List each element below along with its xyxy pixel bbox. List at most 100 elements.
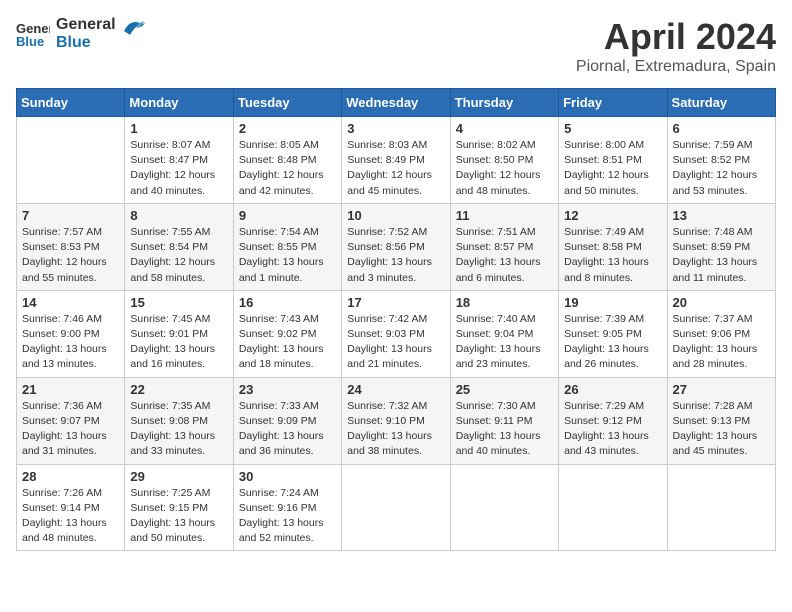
day-number: 22: [130, 382, 227, 397]
calendar-cell: 22Sunrise: 7:35 AM Sunset: 9:08 PM Dayli…: [125, 377, 233, 464]
day-number: 3: [347, 121, 444, 136]
day-number: 20: [673, 295, 770, 310]
day-info: Sunrise: 7:32 AM Sunset: 9:10 PM Dayligh…: [347, 399, 444, 460]
calendar-cell: 28Sunrise: 7:26 AM Sunset: 9:14 PM Dayli…: [17, 464, 125, 551]
calendar-cell: 24 Sunrise: 7:32 AM Sunset: 9:10 PM Dayli…: [342, 377, 450, 464]
day-info: Sunrise: 7:43 AM Sunset: 9:02 PM Dayligh…: [239, 312, 336, 373]
day-info: Sunrise: 7:42 AM Sunset: 9:03 PM Dayligh…: [347, 312, 444, 373]
calendar-cell: 8 Sunrise: 7:55 AM Sunset: 8:54 PM Daylig…: [125, 203, 233, 290]
day-info: Sunrise: 7:28 AM Sunset: 9:13 PM Dayligh…: [673, 399, 770, 460]
day-info: Sunrise: 8:02 AM Sunset: 8:50 PM Dayligh…: [456, 138, 553, 199]
logo: General Blue General Blue: [16, 16, 148, 51]
day-number: 21: [22, 382, 119, 397]
day-number: 8: [130, 208, 227, 223]
day-info: Sunrise: 7:24 AM Sunset: 9:16 PM Dayligh…: [239, 486, 336, 547]
day-number: 16: [239, 295, 336, 310]
day-info: Sunrise: 8:03 AM Sunset: 8:49 PM Dayligh…: [347, 138, 444, 199]
week-row-4: 21 Sunrise: 7:36 AM Sunset: 9:07 PM Dayli…: [17, 377, 776, 464]
calendar-cell: 15 Sunrise: 7:45 AM Sunset: 9:01 PM Dayli…: [125, 290, 233, 377]
month-title: April 2024: [576, 16, 776, 58]
title-block: April 2024 Piornal, Extremadura, Spain: [576, 16, 776, 76]
day-number: 13: [673, 208, 770, 223]
day-number: 12: [564, 208, 661, 223]
day-number: 7: [22, 208, 119, 223]
day-number: 11: [456, 208, 553, 223]
day-number: 5: [564, 121, 661, 136]
calendar-cell: 13Sunrise: 7:48 AM Sunset: 8:59 PM Dayli…: [667, 203, 775, 290]
calendar-cell: 18Sunrise: 7:40 AM Sunset: 9:04 PM Dayli…: [450, 290, 558, 377]
day-info: Sunrise: 7:25 AM Sunset: 9:15 PM Dayligh…: [130, 486, 227, 547]
calendar-cell: 16 Sunrise: 7:43 AM Sunset: 9:02 PM Dayli…: [233, 290, 341, 377]
day-number: 15: [130, 295, 227, 310]
day-info: Sunrise: 7:46 AM Sunset: 9:00 PM Dayligh…: [22, 312, 119, 373]
logo-bird-icon: General Blue: [16, 19, 50, 49]
day-info: Sunrise: 7:33 AM Sunset: 9:09 PM Dayligh…: [239, 399, 336, 460]
day-number: 6: [673, 121, 770, 136]
day-info: Sunrise: 7:37 AM Sunset: 9:06 PM Dayligh…: [673, 312, 770, 373]
day-number: 4: [456, 121, 553, 136]
column-header-sunday: Sunday: [17, 89, 125, 117]
calendar-cell: 6Sunrise: 7:59 AM Sunset: 8:52 PM Daylig…: [667, 117, 775, 204]
day-info: Sunrise: 8:05 AM Sunset: 8:48 PM Dayligh…: [239, 138, 336, 199]
day-number: 10: [347, 208, 444, 223]
day-number: 24: [347, 382, 444, 397]
day-number: 19: [564, 295, 661, 310]
calendar-cell: 9Sunrise: 7:54 AM Sunset: 8:55 PM Daylig…: [233, 203, 341, 290]
calendar-cell: 4 Sunrise: 8:02 AM Sunset: 8:50 PM Daylig…: [450, 117, 558, 204]
day-info: Sunrise: 7:52 AM Sunset: 8:56 PM Dayligh…: [347, 225, 444, 286]
day-number: 26: [564, 382, 661, 397]
day-number: 18: [456, 295, 553, 310]
day-number: 28: [22, 469, 119, 484]
calendar-cell: 14 Sunrise: 7:46 AM Sunset: 9:00 PM Dayli…: [17, 290, 125, 377]
calendar-cell: 25Sunrise: 7:30 AM Sunset: 9:11 PM Dayli…: [450, 377, 558, 464]
calendar-cell: 1 Sunrise: 8:07 AM Sunset: 8:47 PM Daylig…: [125, 117, 233, 204]
calendar-cell: 12Sunrise: 7:49 AM Sunset: 8:58 PM Dayli…: [559, 203, 667, 290]
calendar-cell: 26 Sunrise: 7:29 AM Sunset: 9:12 PM Dayli…: [559, 377, 667, 464]
logo-general: General: [56, 16, 116, 34]
calendar-cell: [559, 464, 667, 551]
day-info: Sunrise: 7:29 AM Sunset: 9:12 PM Dayligh…: [564, 399, 661, 460]
calendar-cell: 2 Sunrise: 8:05 AM Sunset: 8:48 PM Daylig…: [233, 117, 341, 204]
day-info: Sunrise: 7:36 AM Sunset: 9:07 PM Dayligh…: [22, 399, 119, 460]
column-header-tuesday: Tuesday: [233, 89, 341, 117]
day-info: Sunrise: 7:45 AM Sunset: 9:01 PM Dayligh…: [130, 312, 227, 373]
bird-icon: [122, 17, 148, 39]
day-number: 30: [239, 469, 336, 484]
calendar-cell: 7 Sunrise: 7:57 AM Sunset: 8:53 PM Daylig…: [17, 203, 125, 290]
calendar-cell: 23 Sunrise: 7:33 AM Sunset: 9:09 PM Dayli…: [233, 377, 341, 464]
calendar-cell: 3 Sunrise: 8:03 AM Sunset: 8:49 PM Daylig…: [342, 117, 450, 204]
day-info: Sunrise: 7:57 AM Sunset: 8:53 PM Dayligh…: [22, 225, 119, 286]
calendar-cell: 29 Sunrise: 7:25 AM Sunset: 9:15 PM Dayli…: [125, 464, 233, 551]
day-info: Sunrise: 7:51 AM Sunset: 8:57 PM Dayligh…: [456, 225, 553, 286]
calendar-cell: [450, 464, 558, 551]
calendar-cell: [342, 464, 450, 551]
calendar-table: SundayMondayTuesdayWednesdayThursdayFrid…: [16, 88, 776, 551]
logo-blue: Blue: [56, 34, 116, 52]
calendar-cell: [667, 464, 775, 551]
day-number: 29: [130, 469, 227, 484]
week-row-3: 14 Sunrise: 7:46 AM Sunset: 9:00 PM Dayli…: [17, 290, 776, 377]
column-header-thursday: Thursday: [450, 89, 558, 117]
calendar-cell: 27Sunrise: 7:28 AM Sunset: 9:13 PM Dayli…: [667, 377, 775, 464]
svg-text:Blue: Blue: [16, 34, 44, 49]
calendar-cell: 19Sunrise: 7:39 AM Sunset: 9:05 PM Dayli…: [559, 290, 667, 377]
day-info: Sunrise: 8:00 AM Sunset: 8:51 PM Dayligh…: [564, 138, 661, 199]
calendar-cell: 20 Sunrise: 7:37 AM Sunset: 9:06 PM Dayli…: [667, 290, 775, 377]
calendar-cell: 11 Sunrise: 7:51 AM Sunset: 8:57 PM Dayli…: [450, 203, 558, 290]
day-number: 17: [347, 295, 444, 310]
day-info: Sunrise: 7:54 AM Sunset: 8:55 PM Dayligh…: [239, 225, 336, 286]
day-number: 23: [239, 382, 336, 397]
day-info: Sunrise: 7:55 AM Sunset: 8:54 PM Dayligh…: [130, 225, 227, 286]
page-header: General Blue General Blue April 2024 Pio…: [16, 16, 776, 76]
week-row-1: 1 Sunrise: 8:07 AM Sunset: 8:47 PM Daylig…: [17, 117, 776, 204]
day-number: 1: [130, 121, 227, 136]
day-number: 2: [239, 121, 336, 136]
day-number: 14: [22, 295, 119, 310]
location: Piornal, Extremadura, Spain: [576, 58, 776, 76]
calendar-cell: 17 Sunrise: 7:42 AM Sunset: 9:03 PM Dayli…: [342, 290, 450, 377]
calendar-cell: [17, 117, 125, 204]
calendar-cell: 10 Sunrise: 7:52 AM Sunset: 8:56 PM Dayli…: [342, 203, 450, 290]
day-info: Sunrise: 8:07 AM Sunset: 8:47 PM Dayligh…: [130, 138, 227, 199]
day-number: 25: [456, 382, 553, 397]
calendar-header-row: SundayMondayTuesdayWednesdayThursdayFrid…: [17, 89, 776, 117]
